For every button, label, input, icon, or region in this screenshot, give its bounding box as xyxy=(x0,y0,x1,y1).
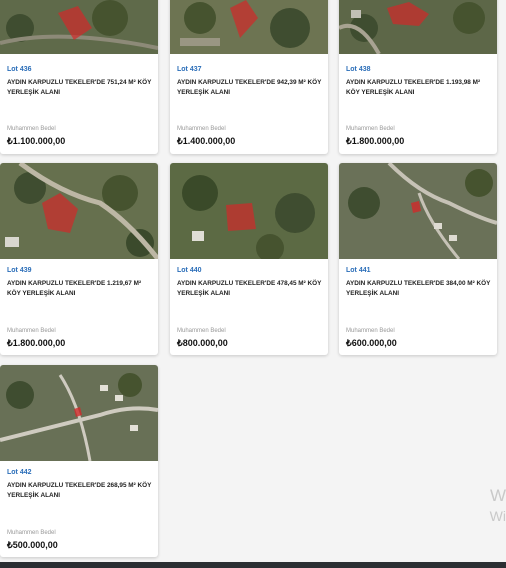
parcel-map-image[interactable] xyxy=(170,0,328,54)
bottom-bar xyxy=(0,562,506,568)
lot-title[interactable]: AYDIN KARPUZLU TEKELER'DE 1.219,67 M² KÖ… xyxy=(7,279,152,299)
lot-card-437[interactable]: Lot 437 AYDIN KARPUZLU TEKELER'DE 942,39… xyxy=(170,0,328,154)
lot-card-438[interactable]: Lot 438 AYDIN KARPUZLU TEKELER'DE 1.193,… xyxy=(339,0,497,154)
parcel-map-image[interactable] xyxy=(339,163,497,259)
watermark-line-1: W xyxy=(489,486,506,505)
parcel-map-image[interactable] xyxy=(0,365,158,461)
parcel-map-image[interactable] xyxy=(0,0,158,54)
price-label: Muhammen Bedel xyxy=(7,126,56,132)
watermark-line-2: Wi xyxy=(489,508,506,524)
price-label: Muhammen Bedel xyxy=(346,126,395,132)
price-value: ₺500.000,00 xyxy=(7,540,58,550)
lot-number[interactable]: Lot 436 xyxy=(7,66,32,73)
price-value: ₺1.100.000,00 xyxy=(7,136,66,146)
price-label: Muhammen Bedel xyxy=(7,530,56,536)
parcel-map-image[interactable] xyxy=(339,0,497,54)
price-value: ₺600.000,00 xyxy=(346,338,397,348)
lot-number[interactable]: Lot 437 xyxy=(177,66,202,73)
lot-title[interactable]: AYDIN KARPUZLU TEKELER'DE 268,95 M² KÖY … xyxy=(7,481,152,501)
price-value: ₺1.400.000,00 xyxy=(177,136,236,146)
parcel-map-image[interactable] xyxy=(0,163,158,259)
lot-number[interactable]: Lot 440 xyxy=(177,267,202,274)
price-value: ₺1.800.000,00 xyxy=(7,338,66,348)
lot-number[interactable]: Lot 438 xyxy=(346,66,371,73)
parcel-map-image[interactable] xyxy=(170,163,328,259)
lot-number[interactable]: Lot 439 xyxy=(7,267,32,274)
lot-title[interactable]: AYDIN KARPUZLU TEKELER'DE 384,00 M² KÖY … xyxy=(346,279,491,299)
lot-title[interactable]: AYDIN KARPUZLU TEKELER'DE 1.193,98 M² KÖ… xyxy=(346,78,491,98)
price-value: ₺800.000,00 xyxy=(177,338,228,348)
lot-title[interactable]: AYDIN KARPUZLU TEKELER'DE 942,39 M² KÖY … xyxy=(177,78,322,98)
lot-title[interactable]: AYDIN KARPUZLU TEKELER'DE 478,45 M² KÖY … xyxy=(177,279,322,299)
lot-card-436[interactable]: Lot 436 AYDIN KARPUZLU TEKELER'DE 751,24… xyxy=(0,0,158,154)
price-label: Muhammen Bedel xyxy=(346,328,395,334)
lot-card-439[interactable]: Lot 439 AYDIN KARPUZLU TEKELER'DE 1.219,… xyxy=(0,163,158,355)
price-label: Muhammen Bedel xyxy=(177,328,226,334)
lot-card-441[interactable]: Lot 441 AYDIN KARPUZLU TEKELER'DE 384,00… xyxy=(339,163,497,355)
lot-number[interactable]: Lot 442 xyxy=(7,469,32,476)
price-value: ₺1.800.000,00 xyxy=(346,136,405,146)
lot-title[interactable]: AYDIN KARPUZLU TEKELER'DE 751,24 M² KÖY … xyxy=(7,78,152,98)
price-label: Muhammen Bedel xyxy=(7,328,56,334)
lot-card-440[interactable]: Lot 440 AYDIN KARPUZLU TEKELER'DE 478,45… xyxy=(170,163,328,355)
lot-card-442[interactable]: Lot 442 AYDIN KARPUZLU TEKELER'DE 268,95… xyxy=(0,365,158,557)
lot-number[interactable]: Lot 441 xyxy=(346,267,371,274)
price-label: Muhammen Bedel xyxy=(177,126,226,132)
